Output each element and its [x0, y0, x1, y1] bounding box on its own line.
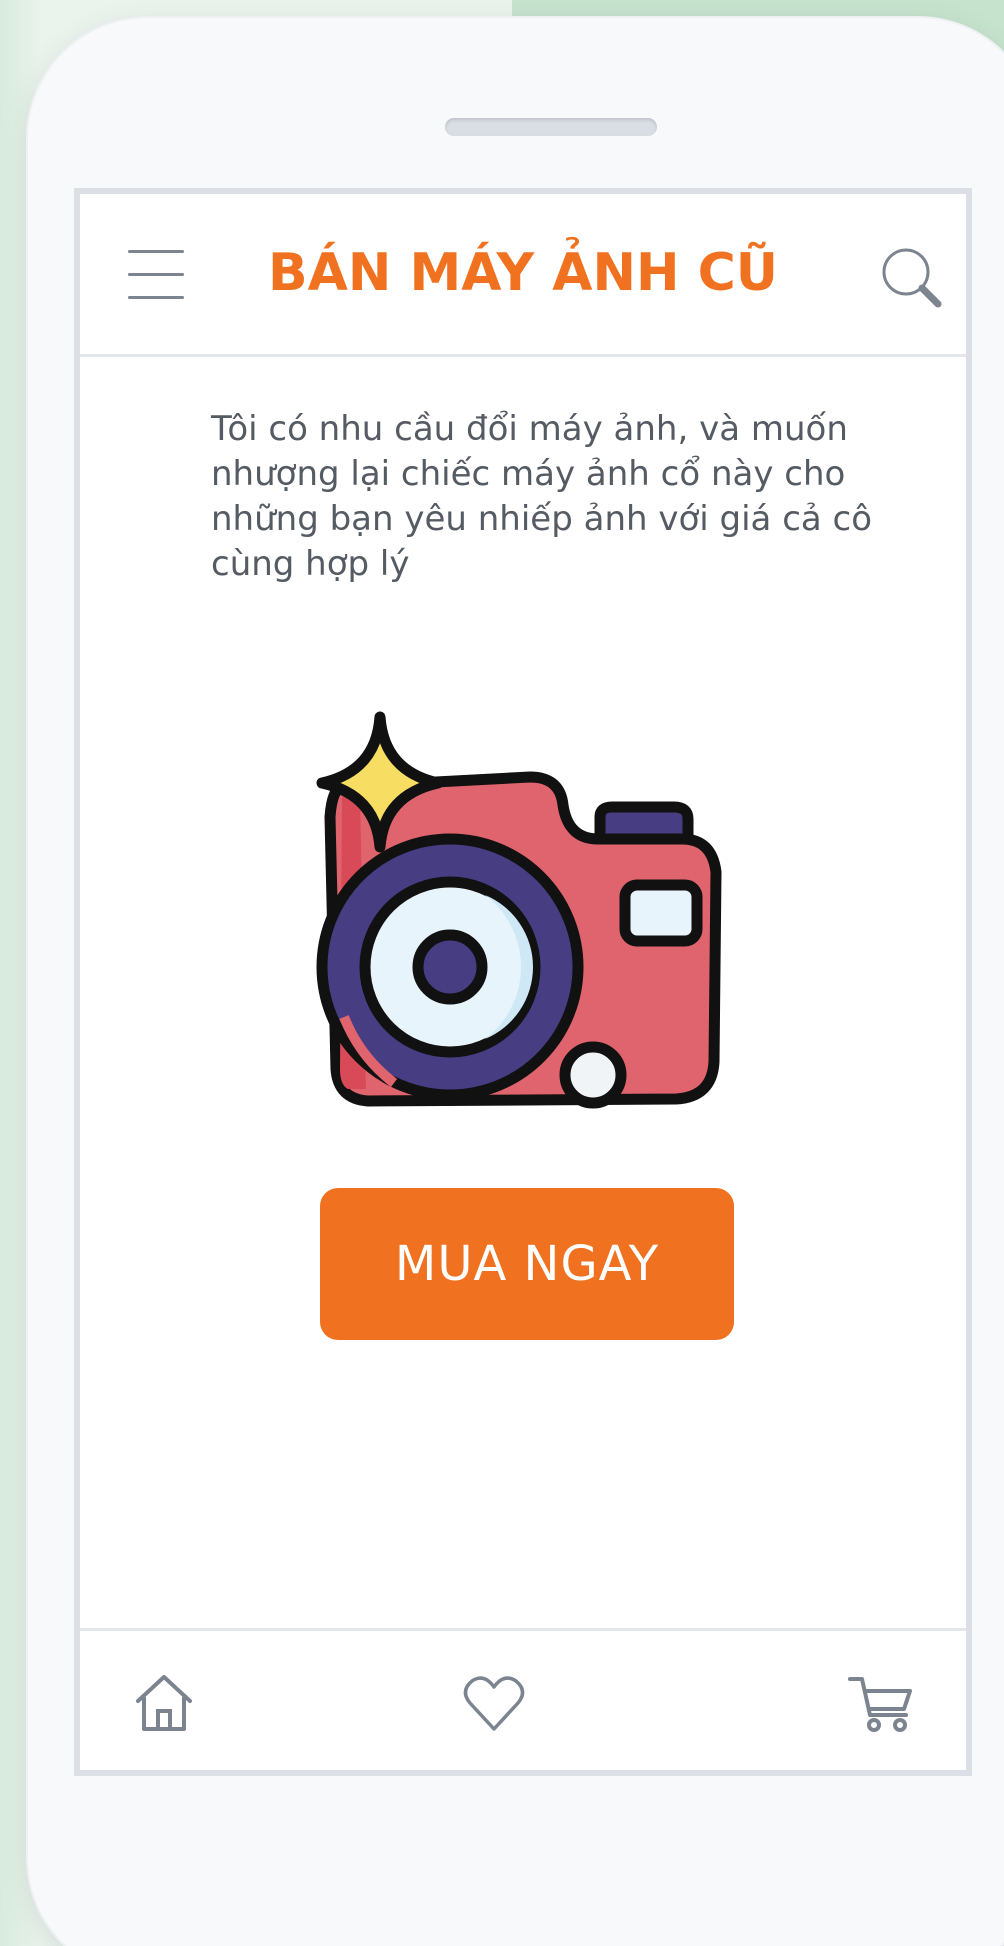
camera-icon: [316, 711, 722, 1109]
cart-icon[interactable]: [848, 1671, 912, 1735]
menu-line: [128, 296, 184, 299]
hamburger-menu-icon[interactable]: [128, 250, 184, 300]
phone-speaker: [445, 118, 657, 136]
page-title: BÁN MÁY ẢNH CŨ: [267, 243, 779, 303]
home-icon[interactable]: [132, 1671, 196, 1735]
search-icon[interactable]: [878, 244, 944, 310]
app-header: BÁN MÁY ẢNH CŨ: [80, 194, 966, 357]
heart-icon[interactable]: [462, 1671, 526, 1735]
menu-line: [128, 250, 184, 253]
product-description: Tôi có nhu cầu đổi máy ảnh, và muốn nhượ…: [211, 409, 873, 584]
buy-now-button[interactable]: MUA NGAY: [320, 1188, 734, 1340]
bottom-navigation: [80, 1628, 966, 1773]
menu-line: [128, 273, 184, 276]
main-content: Tôi có nhu cầu đổi máy ảnh, và muốn nhượ…: [80, 357, 966, 1612]
app-screen: BÁN MÁY ẢNH CŨ Tôi có nhu cầu đổi máy ản…: [74, 188, 972, 1776]
